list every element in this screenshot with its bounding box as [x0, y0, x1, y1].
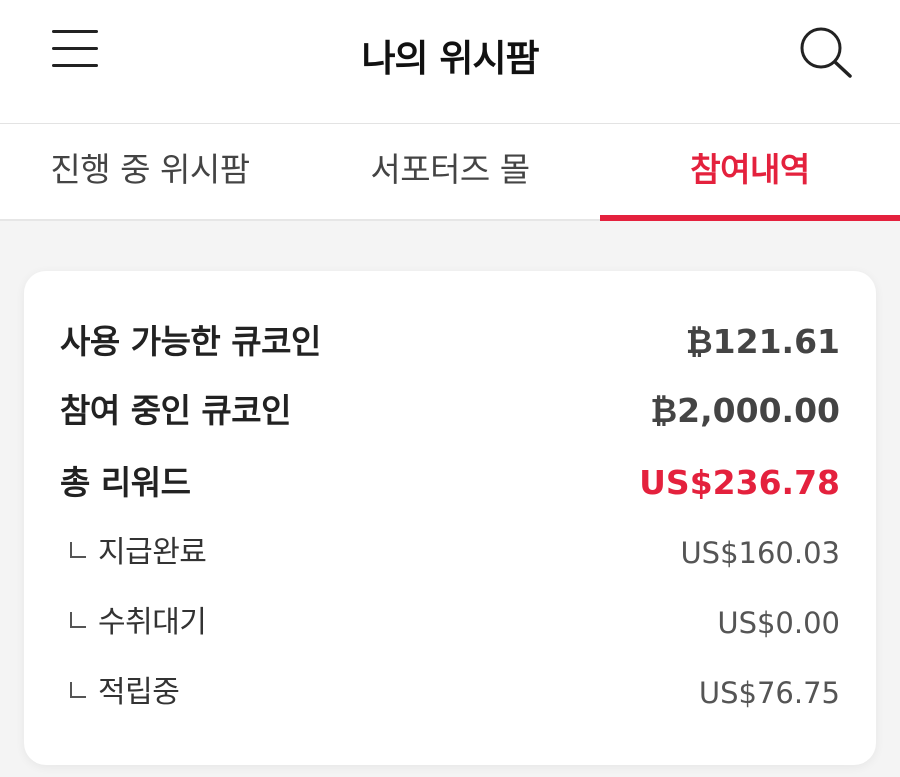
search-button[interactable]: [796, 24, 856, 82]
total-reward-label: 총 리워드: [60, 463, 191, 502]
reward-accumulating-row: 적립중 US$76.75: [70, 671, 840, 715]
reward-paid-label: 지급완료: [98, 535, 207, 570]
tab-participation-history[interactable]: 참여내역: [600, 124, 900, 221]
tree-branch-icon: [70, 542, 86, 558]
tab-bar: 진행 중 위시팜 서포터즈 몰 참여내역: [0, 124, 900, 221]
reward-accumulating-value: US$76.75: [698, 676, 840, 710]
available-coin-row: 사용 가능한 큐코인 ₿121.61: [60, 317, 840, 367]
tree-branch-icon: [70, 612, 86, 628]
total-reward-row: 총 리워드 US$236.78: [60, 458, 840, 508]
reward-accumulating-label: 적립중: [98, 675, 180, 710]
participating-coin-row: 참여 중인 큐코인 ₿2,000.00: [60, 386, 840, 436]
reward-pending-row: 수취대기 US$0.00: [70, 601, 840, 645]
participating-coin-label: 참여 중인 큐코인: [60, 391, 292, 430]
page-title: 나의 위시팜: [361, 37, 539, 80]
total-reward-value: US$236.78: [639, 463, 840, 502]
reward-pending-label: 수취대기: [98, 605, 207, 640]
tree-branch-icon: [70, 682, 86, 698]
reward-pending-value: US$0.00: [717, 606, 840, 640]
app-header: 나의 위시팜: [0, 0, 900, 124]
reward-summary-card: 사용 가능한 큐코인 ₿121.61 참여 중인 큐코인 ₿2,000.00 총…: [24, 271, 876, 765]
tab-ongoing-wishfarm[interactable]: 진행 중 위시팜: [0, 124, 300, 219]
reward-paid-value: US$160.03: [680, 536, 840, 570]
reward-paid-row: 지급완료 US$160.03: [70, 531, 840, 575]
available-coin-label: 사용 가능한 큐코인: [60, 322, 321, 361]
available-coin-value: ₿121.61: [685, 322, 840, 361]
search-icon: [800, 27, 852, 78]
participating-coin-value: ₿2,000.00: [650, 391, 840, 430]
tab-supporters-mall[interactable]: 서포터즈 몰: [300, 124, 600, 219]
